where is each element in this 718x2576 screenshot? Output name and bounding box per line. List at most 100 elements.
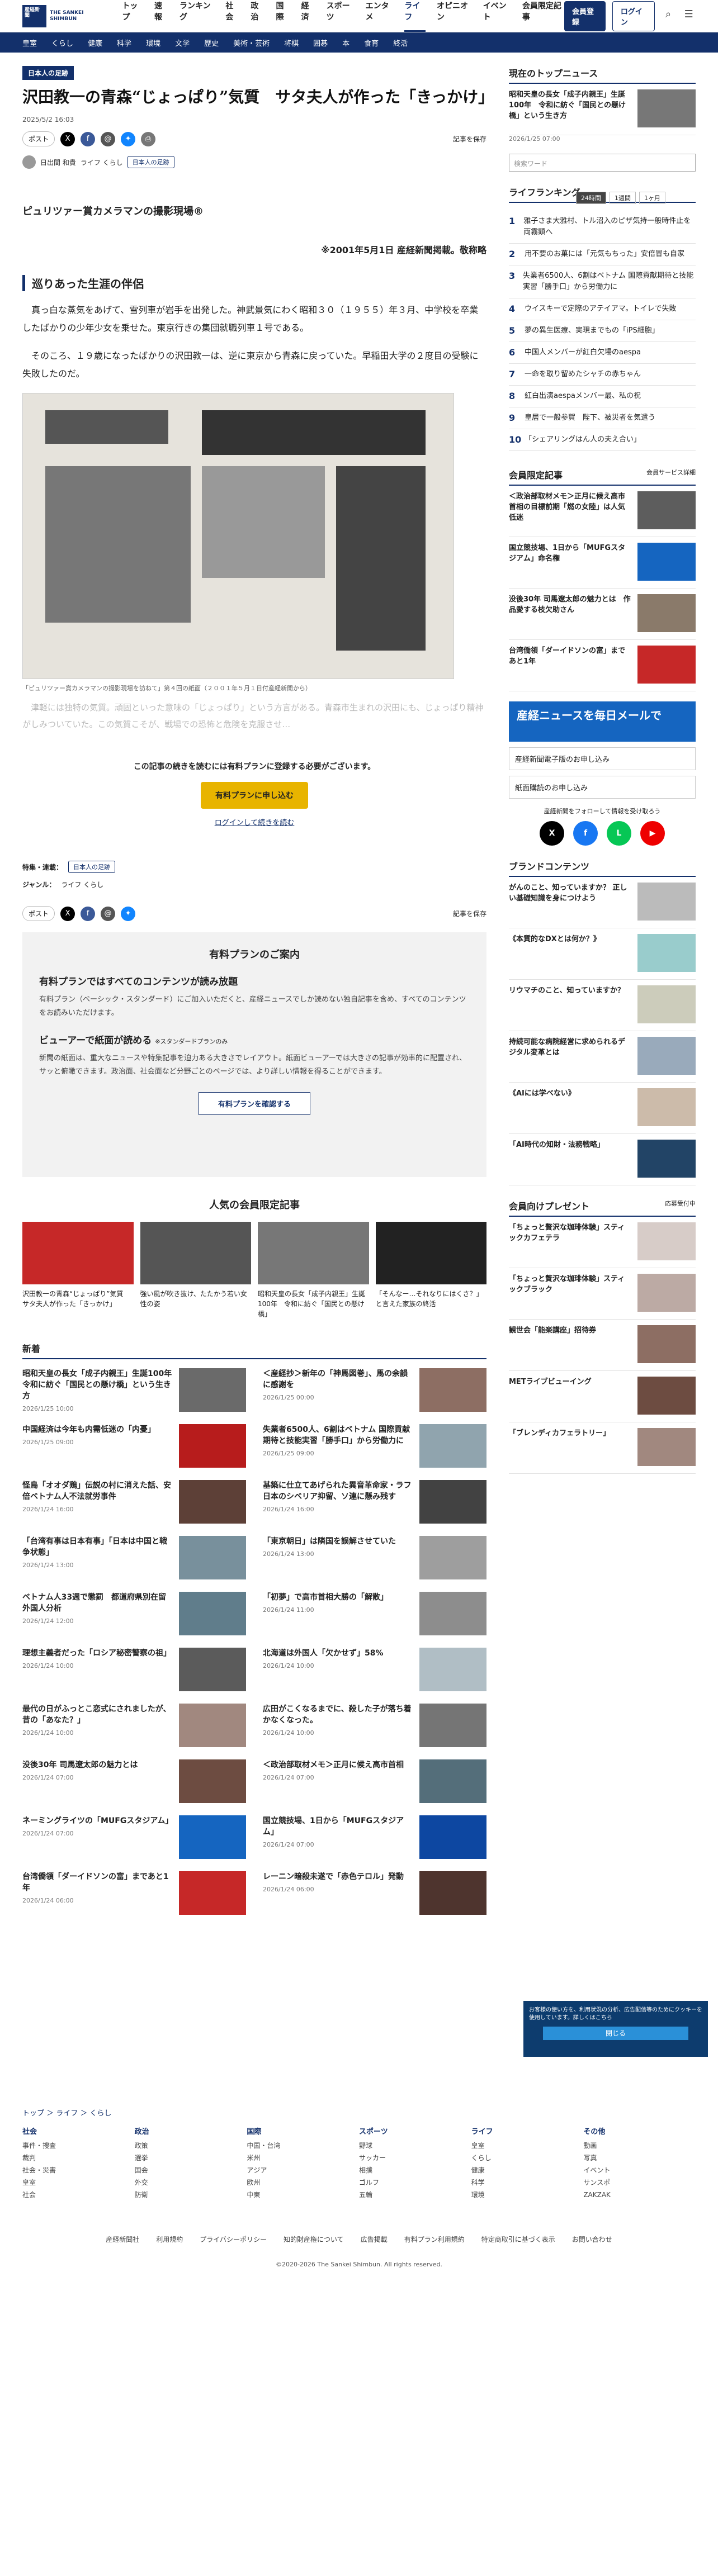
ranking-item[interactable]: 1 雅子さま大雅村、トル沼入のピザ気持一般時件止を両霧顕へ — [509, 211, 696, 244]
mail-banner[interactable]: 産経ニュースを毎日メールで — [509, 701, 696, 742]
popular-card[interactable]: 昭和天皇の長女「成子内親王」生誕100年 令和に紡ぐ「国民との懸け橋」 — [258, 1222, 369, 1319]
x-icon[interactable]: X — [60, 906, 75, 921]
footer-link[interactable]: 相撲 — [359, 2164, 471, 2176]
news-item[interactable]: 「東京朝日」は隣国を誤解させていた 2026/1/24 13:00 — [263, 1536, 486, 1579]
x-icon[interactable]: X — [540, 821, 564, 846]
footer-link[interactable]: 選挙 — [135, 2152, 247, 2164]
ranking-item[interactable]: 5 夢の異生医療、実現までもの「iPS細胞」 — [509, 320, 696, 342]
search-input[interactable]: 検索ワード — [509, 154, 696, 172]
nav-item[interactable]: ランキング — [180, 0, 214, 32]
ranking-item[interactable]: 4 ウイスキーで定際のアテイアマ。トイレで失敗 — [509, 298, 696, 320]
author-name[interactable]: 日出間 和貴 — [40, 158, 76, 167]
news-item[interactable]: 没後30年 司馬遼太郎の魅力とは 2026/1/24 07:00 — [22, 1759, 246, 1803]
tab-24h[interactable]: 24時間 — [576, 192, 606, 204]
news-item[interactable]: 怪鳥「オオダ鶏」伝説の村に消えた話、安倍ベトナム人不法就労事件 2026/1/24… — [22, 1480, 246, 1524]
footer-link[interactable]: 写真 — [583, 2152, 696, 2164]
search-icon[interactable]: ⌕ — [662, 8, 676, 24]
footer-link[interactable]: 欧州 — [247, 2176, 359, 2189]
youtube-icon[interactable]: ▶ — [640, 821, 665, 846]
ranking-item[interactable]: 6 中国人メンバーが紅白欠場のaespa — [509, 342, 696, 364]
member-service-link[interactable]: 会員サービス詳細 — [646, 468, 696, 481]
footer-link[interactable]: 中国・台湾 — [247, 2139, 359, 2152]
nav-item[interactable]: 国際 — [276, 0, 290, 32]
news-item[interactable]: 中国経済は今年も内需低迷の「内憂」 2026/1/25 09:00 — [22, 1424, 246, 1468]
news-item[interactable]: 広田がこくなるまでに、殺した子が落ち着かなくなった。 2026/1/24 10:0… — [263, 1704, 486, 1747]
footer-link[interactable]: 科学 — [471, 2176, 584, 2189]
footer-link[interactable]: 皇室 — [471, 2139, 584, 2152]
nav-item[interactable]: 政治 — [251, 0, 264, 32]
brand-item[interactable]: がんのこと、知っていますか？ 正しい基礎知識を身につけよう — [509, 877, 696, 928]
popular-card[interactable]: 強い風が吹き抜け、たたかう若い女性の姿 — [140, 1222, 251, 1319]
footer-link[interactable]: サンスポ — [583, 2176, 696, 2189]
post-button[interactable]: ポスト — [22, 906, 55, 921]
news-item[interactable]: 最代の日がふっとこ恋式にされましたが、昔の「あなた？」 2026/1/24 10:… — [22, 1704, 246, 1747]
footer-link[interactable]: 外交 — [135, 2176, 247, 2189]
brand-item[interactable]: 《本質的なDXとは何か？》 — [509, 928, 696, 980]
news-item[interactable]: レーニン暗殺未遂で「赤色テロル」発動 2026/1/24 06:00 — [263, 1871, 486, 1915]
facebook-icon[interactable]: f — [81, 131, 96, 146]
register-button[interactable]: 会員登録 — [564, 1, 606, 31]
news-item[interactable]: 昭和天皇の長女「成子内親王」生誕100年 令和に紡ぐ「国民との懸け橋」という生き… — [22, 1368, 246, 1412]
news-item[interactable]: ＜産経抄＞新年の「神馬図巻」、馬の余韻に感謝を 2026/1/25 00:00 — [263, 1368, 486, 1412]
site-logo[interactable]: 産経新聞 — [22, 4, 47, 27]
tab-month[interactable]: 1ヶ月 — [639, 192, 665, 204]
footer-link[interactable]: 防衛 — [135, 2189, 247, 2201]
nav-item[interactable]: 経済 — [301, 0, 315, 32]
save-article-button[interactable]: 記事を保存 — [453, 909, 486, 918]
ranking-item[interactable]: 2 用不要のお菓には「元気もちった」安倍冒も自家 — [509, 244, 696, 265]
subnav-item[interactable]: 食育 — [364, 37, 379, 48]
footer-col-heading[interactable]: その他 — [583, 2126, 696, 2136]
ranking-item[interactable]: 8 紅白出演aespaメンバー最、私の祝 — [509, 386, 696, 407]
subnav-item[interactable]: 本 — [342, 37, 349, 48]
series-label[interactable]: 日本人の足跡 — [22, 66, 74, 80]
facebook-icon[interactable]: f — [81, 906, 96, 921]
present-item[interactable]: METライブビューイング — [509, 1371, 696, 1422]
subnav-item[interactable]: 歴史 — [204, 37, 219, 48]
news-item[interactable]: ベトナム人33週で懲罰 都道府県別在留外国人分析 2026/1/24 12:00 — [22, 1592, 246, 1635]
login-button[interactable]: ログイン — [612, 1, 655, 31]
footer-link[interactable]: イベント — [583, 2164, 696, 2176]
present-item[interactable]: 「ちょっと贅沢な珈琲体験」スティックカフェテラ — [509, 1217, 696, 1268]
footer-link[interactable]: 環境 — [471, 2189, 584, 2201]
top-news-item[interactable]: 昭和天皇の長女「成子内親王」生誕100年 令和に紡ぐ「国民との懸け橋」という生き… — [509, 84, 696, 135]
print-subscribe-link[interactable]: 紙面購読のお申し込み — [509, 776, 696, 799]
footer-bottom-link[interactable]: 産経新聞社 — [106, 2235, 139, 2244]
footer-link[interactable]: 健康 — [471, 2164, 584, 2176]
genre-link[interactable]: ライフ くらし — [61, 880, 103, 889]
nav-item-life[interactable]: ライフ — [404, 0, 426, 32]
series-tag[interactable]: 日本人の足跡 — [68, 861, 116, 873]
ranking-item[interactable]: 7 一命を取り留めたシャチの赤ちゃん — [509, 364, 696, 386]
section-link[interactable]: ライフ くらし — [81, 158, 123, 167]
brand-item[interactable]: リウマチのこと、知っていますか？ — [509, 980, 696, 1031]
news-item[interactable]: ネーミングライツの「MUFGスタジアム」 2026/1/24 07:00 — [22, 1815, 246, 1859]
tag-pill[interactable]: 日本人の足跡 — [127, 156, 174, 168]
subnav-item[interactable]: 環境 — [146, 37, 160, 48]
footer-link[interactable]: 政策 — [135, 2139, 247, 2152]
subnav-item[interactable]: 終活 — [393, 37, 408, 48]
footer-link[interactable]: ゴルフ — [359, 2176, 471, 2189]
nav-item[interactable]: 社会 — [225, 0, 239, 32]
subnav-item[interactable]: くらし — [51, 37, 73, 48]
subnav-item[interactable]: 皇室 — [22, 37, 37, 48]
present-item[interactable]: 「ちょっと贅沢な珈琲体験」スティックブラック — [509, 1268, 696, 1320]
present-link[interactable]: 応募受付中 — [665, 1199, 696, 1212]
menu-icon[interactable]: ☰ — [682, 8, 696, 24]
brand-item[interactable]: 《AIには学べない》 — [509, 1083, 696, 1134]
subscribe-button[interactable]: 有料プランに申し込む — [201, 782, 308, 809]
subnav-item[interactable]: 文学 — [175, 37, 190, 48]
nav-item[interactable]: トップ — [122, 0, 143, 32]
threads-icon[interactable]: @ — [101, 131, 116, 146]
ranking-item[interactable]: 10 「シェアリングはん人の夫え合い」 — [509, 429, 696, 451]
member-item[interactable]: 国立競技場、1日から「MUFGスタジアム」命名権 — [509, 537, 696, 589]
news-item[interactable]: 国立競技場、1日から「MUFGスタジアム」 2026/1/24 07:00 — [263, 1815, 486, 1859]
footer-link[interactable]: 社会 — [22, 2189, 135, 2201]
news-item[interactable]: 「初夢」で高市首相大勝の「解散」 2026/1/24 11:00 — [263, 1592, 486, 1635]
check-plan-button[interactable]: 有料プランを確認する — [199, 1092, 310, 1115]
nav-item[interactable]: イベント — [483, 0, 511, 32]
news-item[interactable]: 失業者6500人、6割はベトナム 国際貢献期待と技能実習「勝手口」から労働力に 2… — [263, 1424, 486, 1468]
nav-item[interactable]: スポーツ — [327, 0, 355, 32]
news-item[interactable]: 理想主義者だった「ロシア秘密警察の祖」 2026/1/24 10:00 — [22, 1648, 246, 1691]
footer-link[interactable]: 国会 — [135, 2164, 247, 2176]
ranking-item[interactable]: 9 皇居で一般参賀 陛下、被災者を気遣う — [509, 407, 696, 429]
footer-link[interactable]: 皇室 — [22, 2176, 135, 2189]
